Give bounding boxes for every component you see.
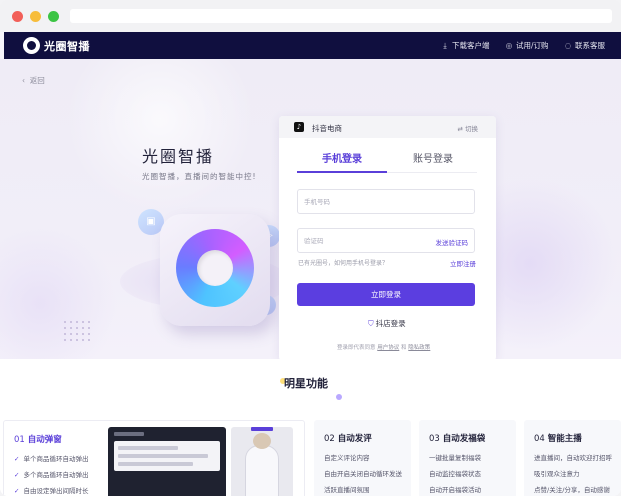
nav-contact-label: 联系客服	[575, 41, 605, 50]
feature-name: 自动发评	[337, 434, 372, 444]
feature-number: 02	[324, 434, 335, 444]
feature-item: 自动开启福袋活动	[429, 486, 481, 494]
active-tab-indicator	[297, 171, 387, 173]
feature-item: 自由开启关闭自动循环发送	[324, 470, 402, 478]
feature-item: ✓ 单个商品循环自动弹出	[14, 453, 88, 463]
back-label: 返回	[29, 76, 45, 85]
shop-bag-icon: ⛉	[368, 319, 374, 328]
feature-name: 自动发福袋	[442, 434, 486, 444]
feature-item-text: 单个商品循环自动弹出	[23, 455, 89, 463]
mock-row	[118, 454, 208, 458]
feature-card-auto-popup[interactable]: 01 自动弹窗 ✓ 单个商品循环自动弹出 ✓ 多个商品循环自动弹出 ✓ 自由设定弹出间…	[3, 420, 305, 496]
check-icon: ✓	[14, 455, 20, 463]
tab-account-login[interactable]: 账号登录	[413, 150, 453, 165]
mock-row	[118, 446, 178, 450]
feature-heading: 02 自动发评	[324, 432, 372, 444]
feature-item-text: 多个商品循环自动弹出	[23, 471, 89, 479]
hero-glow	[60, 59, 260, 209]
privacy-policy-link[interactable]: 隐私政策	[408, 345, 430, 351]
hero-title: 光圈智播	[142, 147, 215, 166]
mock-tag	[114, 432, 144, 436]
aperture-center	[197, 250, 233, 286]
back-link[interactable]: ‹ 返回	[22, 75, 45, 86]
shop-platform-name: 抖音电商	[312, 124, 342, 133]
nav-contact-support[interactable]: ◌ 联系客服	[564, 40, 605, 51]
mock-settings-box	[114, 441, 220, 471]
host-figure	[245, 445, 279, 496]
agreement-and: 和	[401, 345, 407, 351]
feature-card-auto-lucky-bag[interactable]: 03 自动发福袋 一键批量复制福袋 自动监控福袋状态 自动开启福袋活动	[419, 420, 516, 496]
host-head	[253, 433, 271, 449]
login-hint-link[interactable]: 已有光圈号，如何用手机号登录？	[298, 258, 388, 267]
features-section: 明星功能 01 自动弹窗 ✓ 单个商品循环自动弹出 ✓ 多个商品循环自动弹出 ✓ 自由…	[0, 359, 621, 496]
feature-number: 03	[429, 434, 440, 444]
feature-item: 一键批量复制福袋	[429, 454, 481, 462]
browser-window: 光圈智播 ⤓ 下载客户端 ◎ 试用/订购 ◌ 联系客服 ‹ 返回 光圈智播 光圈智播，…	[0, 0, 621, 496]
feature-item: ✓ 多个商品循环自动弹出	[14, 469, 88, 479]
register-link[interactable]: 立即注册	[450, 258, 476, 268]
browser-titlebar	[0, 0, 621, 32]
hero-subtitle: 光圈智播，直播间的智能中控!	[142, 172, 257, 181]
dots-pattern	[62, 319, 92, 343]
feature-heading: 03 自动发福袋	[429, 432, 485, 444]
cart-icon: ◎	[505, 41, 513, 50]
feature-heading: 04 智能主播	[534, 432, 582, 444]
address-bar[interactable]	[70, 9, 612, 23]
check-icon: ✓	[14, 487, 20, 495]
send-code-button[interactable]: 发送验证码	[436, 237, 469, 247]
phone-input[interactable]	[304, 195, 414, 209]
download-icon: ⤓	[443, 41, 447, 50]
shop-login-label: 抖店登录	[375, 319, 406, 328]
feature-item: ✓ 自由设定弹出间隔时长	[14, 485, 88, 495]
verification-code-input[interactable]	[304, 234, 414, 248]
hero-glow	[0, 229, 120, 359]
nav-trial-order[interactable]: ◎ 试用/订购	[505, 40, 549, 51]
maximize-window-button[interactable]	[48, 11, 59, 22]
feature-screenshot-panel	[108, 427, 226, 496]
logo-text[interactable]: 光圈智播	[44, 38, 90, 54]
phone-field[interactable]	[297, 189, 475, 214]
mock-row	[118, 462, 193, 466]
feature-phone-preview	[231, 427, 293, 496]
agreement-text: 登录即代表同意 用户协议 和 隐私政策	[337, 343, 430, 351]
login-card-header: ♪ 抖音电商 ⇄ 切换	[279, 116, 496, 138]
feature-item: 自动监控福袋状态	[429, 470, 481, 478]
top-navigation: 光圈智播 ⤓ 下载客户端 ◎ 试用/订购 ◌ 联系客服	[4, 32, 621, 59]
close-window-button[interactable]	[12, 11, 23, 22]
decor-dot	[336, 394, 342, 400]
logo-icon	[23, 37, 40, 54]
feature-name: 智能主播	[547, 434, 582, 444]
feature-item-text: 自由设定弹出间隔时长	[23, 487, 89, 495]
feature-name: 自动弹窗	[27, 435, 62, 445]
feature-item: 活跃直播间氛围	[324, 486, 370, 494]
nav-download-label: 下载客户端	[452, 41, 490, 50]
user-agreement-link[interactable]: 用户协议	[377, 345, 399, 351]
login-button[interactable]: 立即登录	[297, 283, 475, 306]
feature-number: 01	[14, 435, 25, 445]
tab-phone-login[interactable]: 手机登录	[322, 150, 362, 165]
switch-platform-link[interactable]: ⇄ 切换	[457, 123, 478, 133]
nav-download-client[interactable]: ⤓ 下载客户端	[441, 40, 490, 51]
feature-card-smart-host[interactable]: 04 智能主播 进直播间，自动欢迎打招呼 吸引观众注意力 点赞/关注/分享，自动…	[524, 420, 621, 496]
tiktok-icon: ♪	[294, 122, 304, 132]
feature-item: 自定义评论内容	[324, 454, 370, 462]
feature-card-auto-comment[interactable]: 02 自动发评 自定义评论内容 自由开启关闭自动循环发送 活跃直播间氛围	[314, 420, 411, 496]
feature-heading: 01 自动弹窗	[14, 433, 62, 445]
login-card: ♪ 抖音电商 ⇄ 切换 手机登录 账号登录 发送验证码 已有光圈号，如何用手机号…	[279, 116, 496, 361]
switch-label: 切换	[465, 125, 478, 133]
mock-badge	[251, 427, 273, 431]
feature-number: 04	[534, 434, 545, 444]
check-icon: ✓	[14, 471, 20, 479]
code-field[interactable]: 发送验证码	[297, 228, 475, 253]
shop-login-link[interactable]: ⛉ 抖店登录	[368, 318, 406, 329]
minimize-window-button[interactable]	[30, 11, 41, 22]
page-viewport: 光圈智播 ⤓ 下载客户端 ◎ 试用/订购 ◌ 联系客服 ‹ 返回 光圈智播 光圈智播，…	[0, 32, 621, 496]
nav-trial-label: 试用/订购	[516, 41, 549, 50]
agreement-prefix: 登录即代表同意	[337, 345, 376, 351]
chat-icon: ◌	[564, 41, 572, 50]
feature-item: 点赞/关注/分享，自动感谢	[534, 486, 610, 494]
features-title: 明星功能	[284, 377, 328, 390]
feature-item: 进直播间，自动欢迎打招呼	[534, 454, 612, 462]
feature-item: 吸引观众注意力	[534, 470, 580, 478]
